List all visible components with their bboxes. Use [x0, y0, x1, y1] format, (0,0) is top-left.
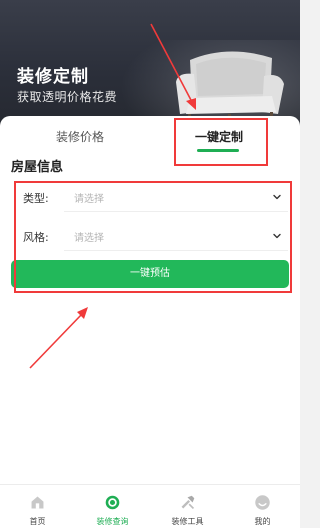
nav-profile-label: 我的 [254, 517, 271, 526]
hero-title: 装修定制 [17, 67, 89, 87]
nav-decoration-query-label: 装修查询 [96, 517, 129, 526]
content-card: 装修价格 一键定制 房屋信息 类型: 请选择 风格: 请选择 一键预估 [0, 116, 300, 484]
tools-icon [181, 495, 195, 510]
section-title: 房屋信息 [11, 160, 64, 175]
nav-decoration-tools[interactable]: 装修工具 [150, 485, 225, 528]
nav-home[interactable]: 首页 [0, 485, 75, 528]
tab-decoration-price[interactable]: 装修价格 [30, 126, 130, 160]
nav-home-label: 首页 [29, 517, 46, 526]
target-icon [105, 495, 120, 510]
home-icon [31, 496, 44, 509]
profile-icon [255, 495, 270, 510]
bottom-navigation: 首页 装修查询 装修工具 我的 [0, 484, 300, 528]
hero-banner: 装修定制 获取透明价格花费 [0, 0, 300, 132]
annotation-form-highlight [14, 181, 292, 293]
annotation-tab-highlight [174, 118, 268, 166]
nav-profile[interactable]: 我的 [225, 485, 300, 528]
nav-decoration-query[interactable]: 装修查询 [75, 485, 150, 528]
nav-decoration-tools-label: 装修工具 [171, 517, 204, 526]
hero-subtitle: 获取透明价格花费 [17, 90, 118, 104]
